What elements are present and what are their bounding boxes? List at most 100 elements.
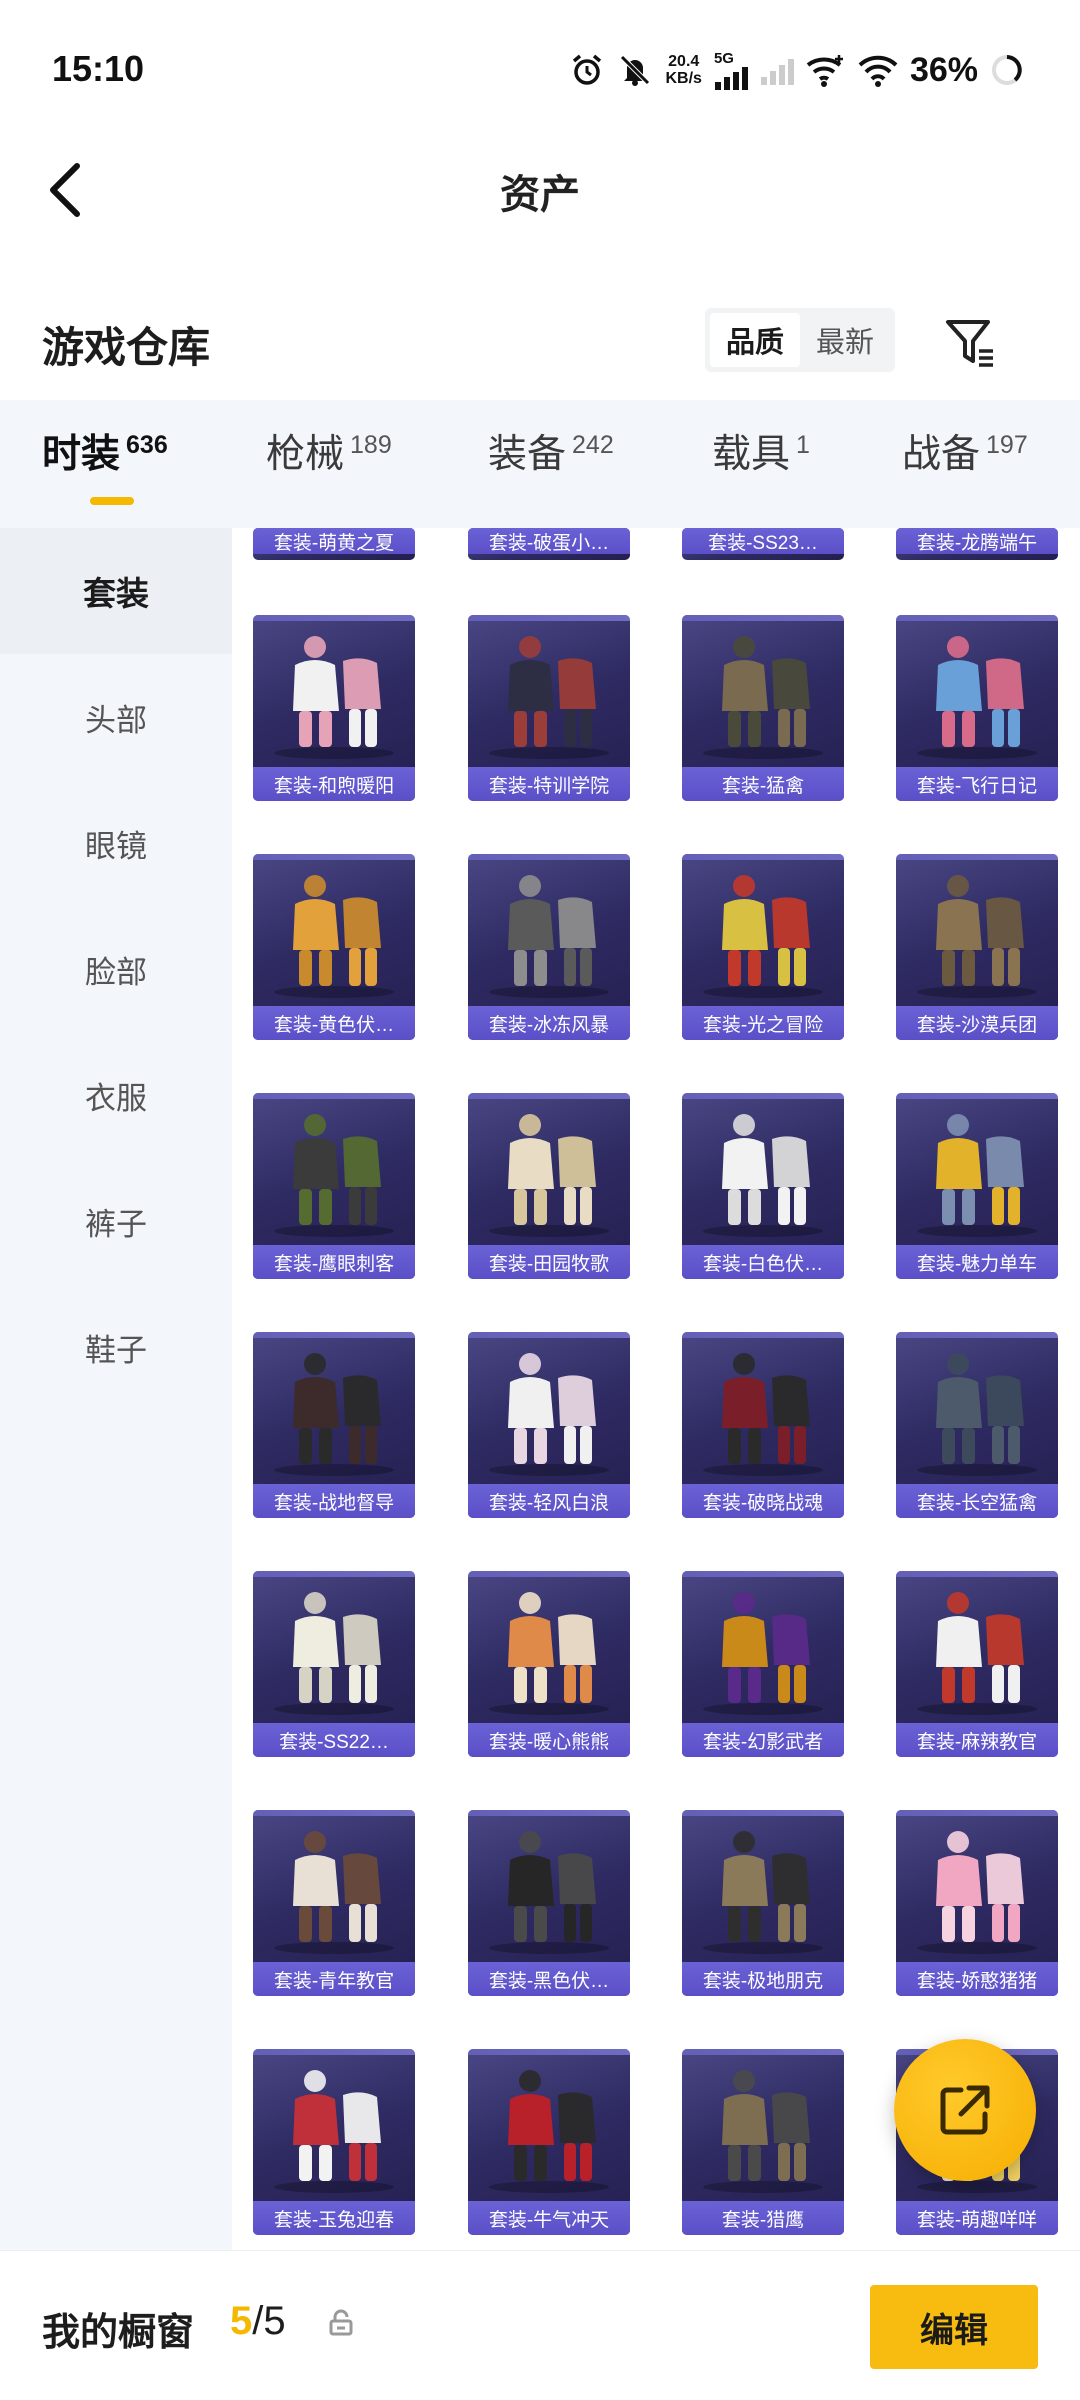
item-label: 套装-猎鹰 [682,2201,844,2235]
tab-equipment[interactable]: 装备 242 [488,430,614,480]
status-time: 15:10 [52,48,145,89]
tab-count: 636 [126,431,168,459]
sidebar: 套装 头部 眼镜 脸部 衣服 裤子 鞋子 [0,528,232,2250]
item-label: 套装-黑色伏… [468,1962,630,1996]
tab-firearms[interactable]: 枪械 189 [266,430,392,480]
outfit-thumbnail [274,875,394,998]
tab-count: 242 [572,431,614,459]
item-card[interactable]: 套装-和煦暖阳 [253,615,415,801]
item-card[interactable]: 套装-黑色伏… [468,1810,630,1996]
sidebar-item-outfit[interactable]: 套装 [0,528,232,654]
network-speed: 20.4 KB/s [665,53,701,87]
item-card[interactable]: 套装-牛气冲天 [468,2049,630,2235]
outfit-thumbnail [703,1831,823,1954]
sidebar-item-clothes[interactable]: 衣服 [0,1032,232,1158]
item-card[interactable]: 套装-娇憨猪猪 [896,1810,1058,1996]
item-label: 套装-萌趣咩咩 [896,2201,1058,2235]
item-card[interactable]: 套装-麻辣教官 [896,1571,1058,1757]
item-card[interactable]: 套装-暖心熊熊 [468,1571,630,1757]
category-tabs: 时装 636 枪械 189 装备 242 载具 1 战备 197 [0,400,1080,528]
showcase-current: 5 [230,2299,253,2343]
sidebar-item-shoes[interactable]: 鞋子 [0,1284,232,1410]
item-card[interactable]: 套装-青年教官 [253,1810,415,1996]
item-card[interactable]: 套装-猎鹰 [682,2049,844,2235]
item-label: 套装-长空猛禽 [896,1484,1058,1518]
outfit-thumbnail [489,1831,609,1954]
signal-bars-icon [714,66,748,90]
outfit-thumbnail [703,1114,823,1237]
item-label: 套装-极地朋克 [682,1962,844,1996]
net-speed-value: 20.4 [668,53,700,70]
warehouse-title: 游戏仓库 [42,324,211,371]
item-card[interactable]: 套装-破晓战魂 [682,1332,844,1518]
item-label: 套装-破晓战魂 [682,1484,844,1518]
item-card[interactable]: 套装-龙腾端午 [896,528,1058,560]
outfit-thumbnail [274,636,394,759]
item-card[interactable]: 套装-特训学院 [468,615,630,801]
tab-fashion[interactable]: 时装 636 [42,430,168,480]
alarm-icon [569,52,605,88]
outfit-thumbnail [917,1353,1037,1476]
item-card[interactable]: 套装-鹰眼刺客 [253,1093,415,1279]
item-label: 套装-龙腾端午 [896,528,1058,554]
item-label: 套装-和煦暖阳 [253,767,415,801]
tab-label: 战备 [902,433,981,476]
outfit-thumbnail [274,1592,394,1715]
sidebar-item-face[interactable]: 脸部 [0,906,232,1032]
item-card[interactable]: 套装-战地督导 [253,1332,415,1518]
item-card[interactable]: 套装-白色伏… [682,1093,844,1279]
item-card[interactable]: 套装-飞行日记 [896,615,1058,801]
outfit-thumbnail [917,1831,1037,1954]
tab-supplies[interactable]: 战备 197 [902,430,1028,480]
sidebar-item-head[interactable]: 头部 [0,654,232,780]
item-card[interactable]: 套装-破蛋小… [468,528,630,560]
item-grid: 套装-萌黄之夏 套装-破蛋小… 套装-SS23… 套装-龙腾端午 套装-和煦暖阳… [232,528,1080,2250]
outfit-thumbnail [489,1114,609,1237]
item-label: 套装-猛禽 [682,767,844,801]
item-card[interactable]: 套装-光之冒险 [682,854,844,1040]
item-card[interactable]: 套装-魅力单车 [896,1093,1058,1279]
item-card[interactable]: 套装-极地朋克 [682,1810,844,1996]
outfit-thumbnail [274,1353,394,1476]
outfit-thumbnail [489,1592,609,1715]
item-card[interactable]: 套装-SS22… [253,1571,415,1757]
edit-button[interactable]: 编辑 [870,2285,1038,2369]
sidebar-item-glasses[interactable]: 眼镜 [0,780,232,906]
tab-count: 189 [350,431,392,459]
item-label: 套装-牛气冲天 [468,2201,630,2235]
sort-latest-button[interactable]: 最新 [800,313,890,367]
showcase-title: 我的橱窗 [42,2312,195,2354]
sidebar-item-pants[interactable]: 裤子 [0,1158,232,1284]
share-button[interactable] [894,2039,1036,2181]
item-label: 套装-轻风白浪 [468,1484,630,1518]
net-speed-unit: KB/s [665,70,702,87]
item-card[interactable]: 套装-轻风白浪 [468,1332,630,1518]
network-type: 5G [713,49,734,67]
mute-icon [617,52,653,88]
item-card[interactable]: 套装-玉兔迎春 [253,2049,415,2235]
outfit-thumbnail [703,2070,823,2193]
outfit-thumbnail [489,1353,609,1476]
item-card[interactable]: 套装-黄色伏… [253,854,415,1040]
sort-quality-button[interactable]: 品质 [710,313,800,367]
outfit-thumbnail [274,1831,394,1954]
filter-button[interactable] [938,310,1002,374]
item-card[interactable]: 套装-SS23… [682,528,844,560]
item-card[interactable]: 套装-冰冻风暴 [468,854,630,1040]
item-card[interactable]: 套装-幻影武者 [682,1571,844,1757]
tab-vehicles[interactable]: 载具 1 [712,430,810,480]
lock-icon [328,2309,354,2342]
item-card[interactable]: 套装-沙漠兵团 [896,854,1058,1040]
item-card[interactable]: 套装-长空猛禽 [896,1332,1058,1518]
item-label: 套装-青年教官 [253,1962,415,1996]
item-card[interactable]: 套装-猛禽 [682,615,844,801]
tab-count: 1 [796,431,810,459]
item-card[interactable]: 套装-田园牧歌 [468,1093,630,1279]
share-external-icon [940,2085,990,2135]
battery-percent: 36% [909,50,978,89]
item-card[interactable]: 套装-萌黄之夏 [253,528,415,560]
outfit-thumbnail [274,1114,394,1237]
item-label: 套装-玉兔迎春 [253,2201,415,2235]
filter-icon [946,320,993,367]
showcase-count: 5/5 [230,2299,286,2344]
